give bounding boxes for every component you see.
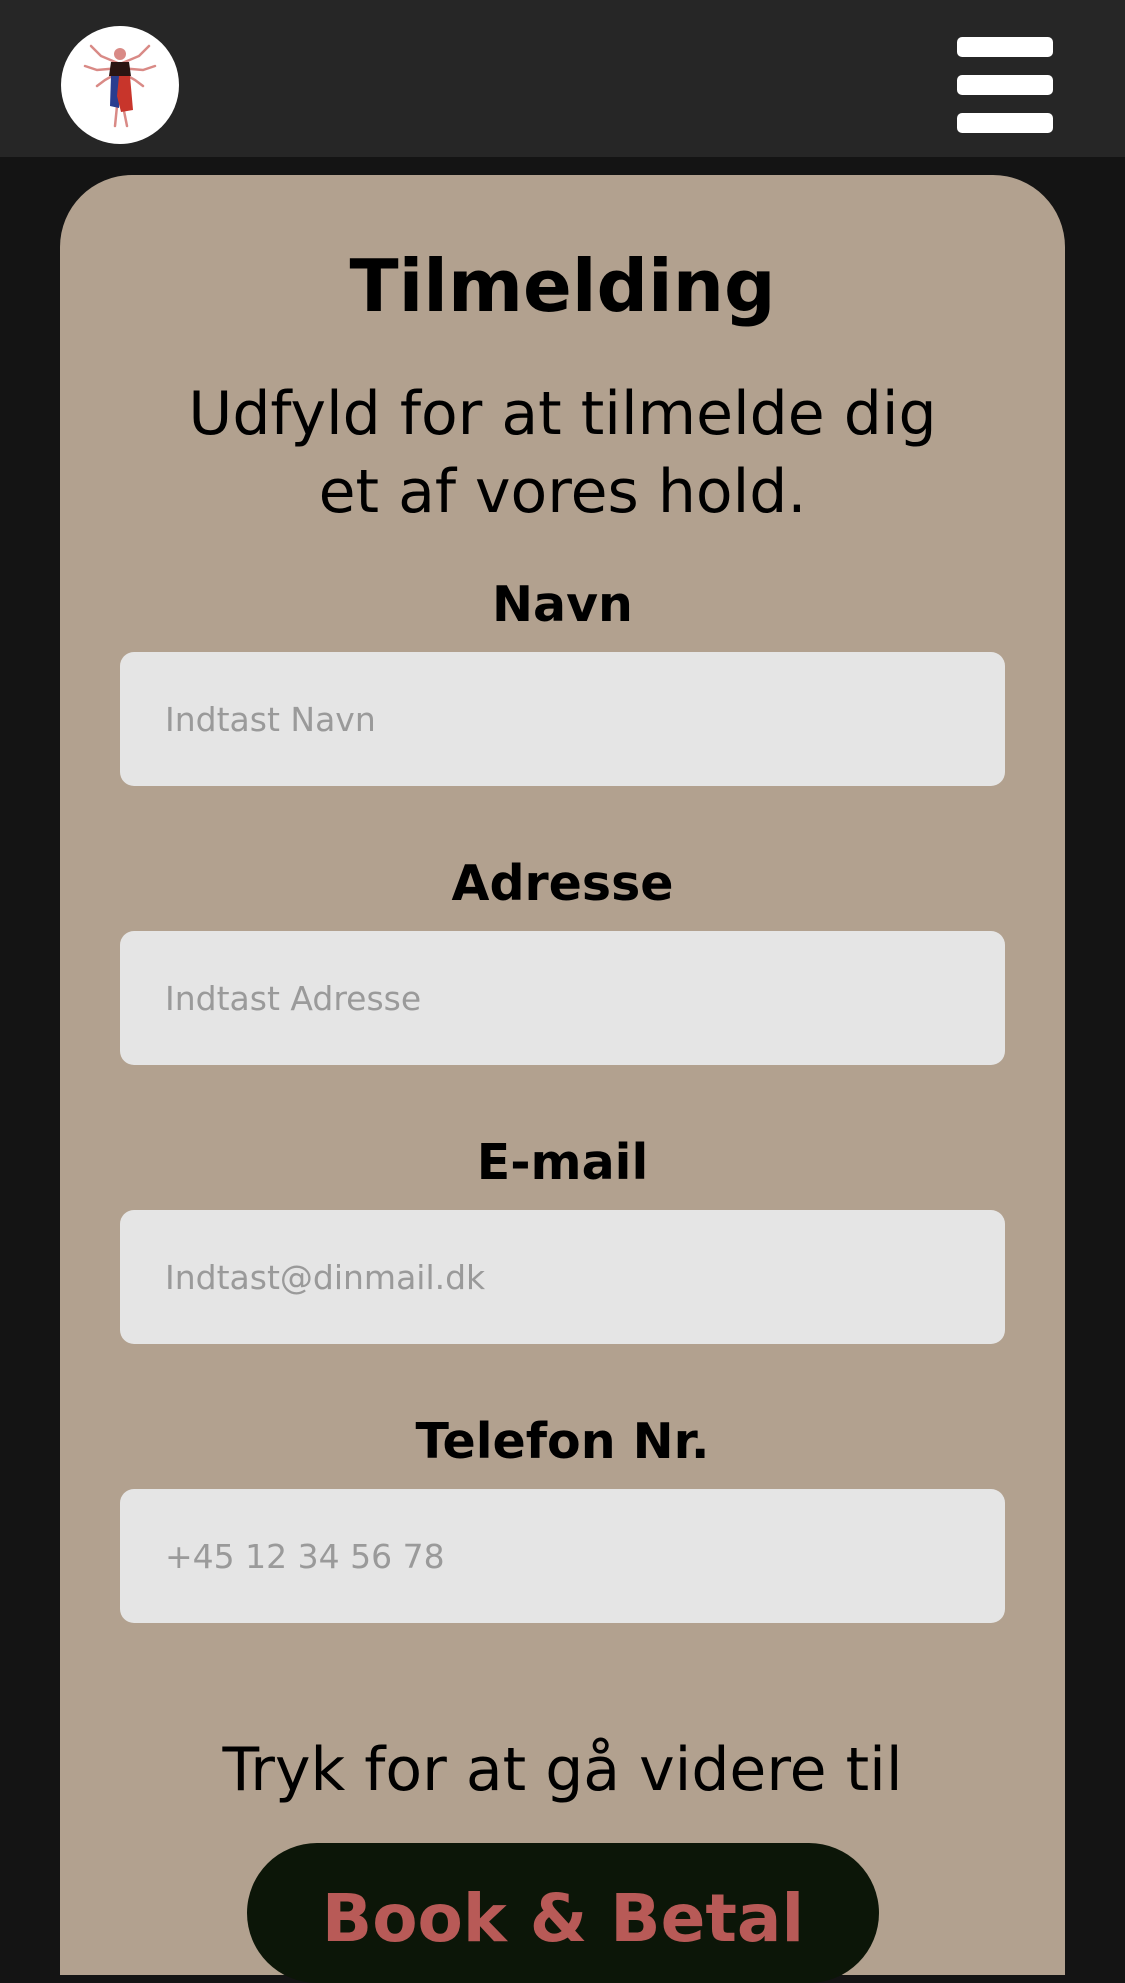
menu-bar-top — [957, 37, 1053, 57]
address-input[interactable] — [120, 931, 1005, 1065]
hamburger-menu-icon[interactable] — [950, 30, 1060, 140]
form-title: Tilmelding — [349, 244, 776, 328]
phone-field-label: Telefon Nr. — [415, 1413, 710, 1470]
book-and-pay-button[interactable]: Book & Betal — [247, 1843, 879, 1983]
address-field-label: Adresse — [451, 855, 674, 912]
book-and-pay-label: Book & Betal — [321, 1880, 805, 1957]
menu-bar-middle — [957, 75, 1053, 95]
form-subtitle: Udfyld for at tilmelde dig et af vores h… — [188, 379, 937, 527]
email-input[interactable] — [120, 1210, 1005, 1344]
top-navigation-bar — [0, 0, 1125, 157]
menu-bar-bottom — [957, 113, 1053, 133]
email-field-label: E-mail — [476, 1134, 649, 1191]
phone-input[interactable] — [120, 1489, 1005, 1623]
dancer-logo-icon[interactable] — [61, 26, 179, 144]
continue-prompt: Tryk for at gå videre til — [222, 1735, 903, 1805]
signup-form-card: Tilmelding Udfyld for at tilmelde dig et… — [60, 175, 1065, 1983]
name-input[interactable] — [120, 652, 1005, 786]
name-field-label: Navn — [492, 576, 633, 633]
